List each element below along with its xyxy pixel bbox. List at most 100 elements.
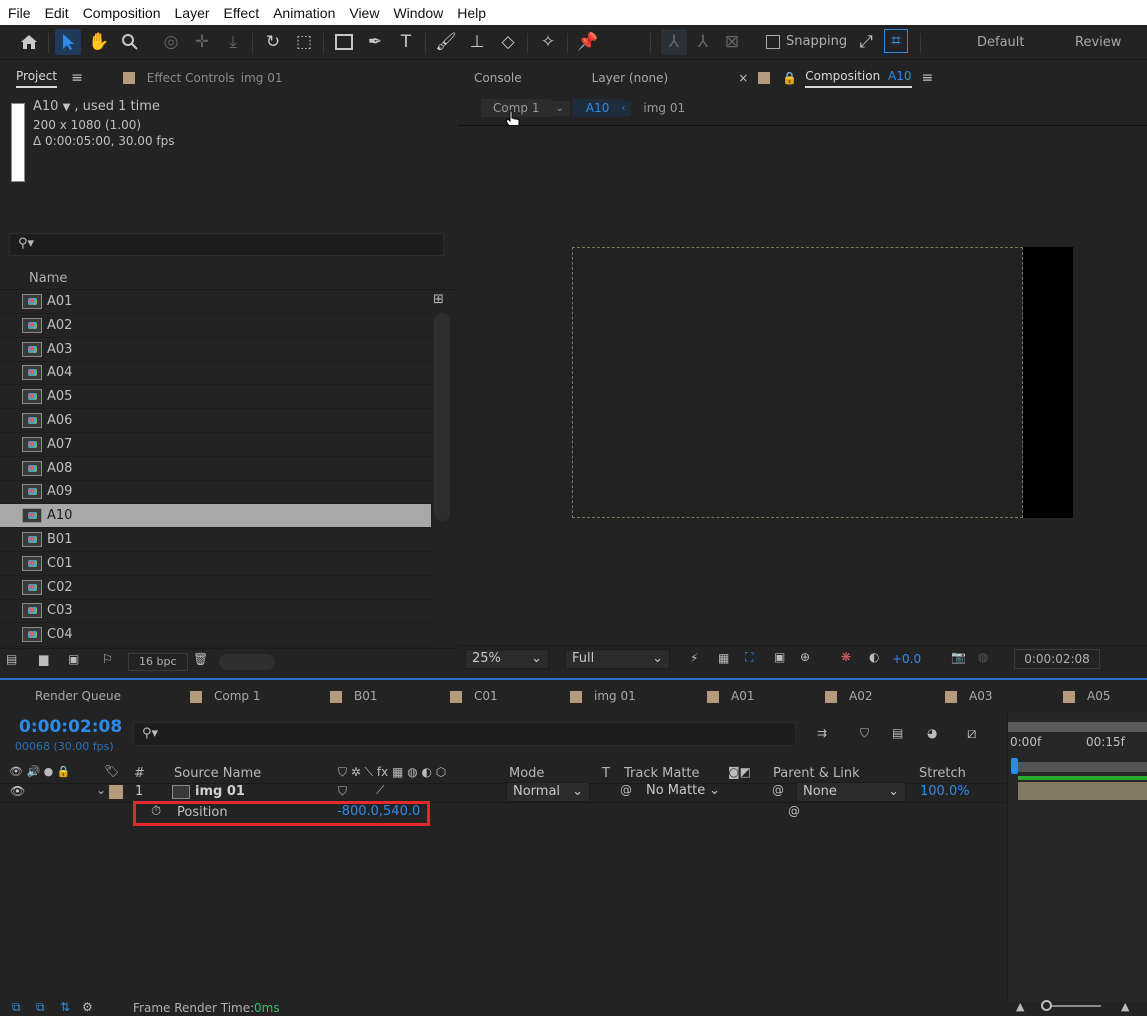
home-icon[interactable] — [16, 29, 42, 55]
timeline-search-input[interactable]: ⚲▾ — [133, 722, 796, 746]
timeline-zoom-handle[interactable] — [1041, 1000, 1052, 1011]
column-source-name[interactable]: Source Name — [174, 766, 261, 781]
dolly-camera-icon[interactable]: ⤓ — [220, 29, 246, 55]
zoom-out-icon[interactable]: ▲ — [1016, 1000, 1024, 1013]
comp-panel-menu-icon[interactable]: ≡ — [922, 70, 934, 86]
selection-tool-icon[interactable] — [55, 29, 81, 55]
composition-frame[interactable] — [572, 247, 1023, 518]
trash-icon[interactable]: 🗑 — [193, 652, 208, 666]
roto-brush-tool-icon[interactable]: ✧ — [535, 29, 561, 55]
zoom-dropdown[interactable]: 25% ⌄ — [465, 649, 549, 669]
menu-window[interactable]: Window — [393, 5, 443, 21]
toggle-transfer-controls-icon[interactable]: ⧉ — [36, 1000, 45, 1015]
color-management-icon[interactable]: ◐ — [869, 650, 879, 664]
eye-icon[interactable]: 👁 — [10, 784, 25, 798]
camera-snapshot-icon[interactable]: 📷 — [951, 650, 966, 664]
column-stretch[interactable]: Stretch — [919, 766, 966, 781]
zoom-tool-icon[interactable] — [117, 29, 143, 55]
project-item[interactable]: C01 — [0, 552, 431, 576]
workspace-default[interactable]: Default — [977, 35, 1025, 50]
layer-label-swatch[interactable] — [109, 785, 123, 799]
project-item[interactable]: A06 — [0, 409, 431, 433]
tab-console[interactable]: Console — [474, 71, 522, 85]
breadcrumb-img01[interactable]: img 01 — [643, 101, 685, 115]
tab-layer[interactable]: Layer (none) — [592, 71, 669, 85]
chevron-down-icon[interactable]: ▼ — [63, 102, 71, 113]
tab-project[interactable]: Project — [16, 69, 58, 88]
menu-file[interactable]: File — [8, 5, 31, 21]
panel-menu-icon[interactable]: ≡ — [71, 70, 83, 86]
project-item[interactable]: A02 — [0, 314, 431, 338]
layer-duration-bar[interactable] — [1018, 782, 1147, 800]
transparency-grid-icon[interactable]: ▦ — [718, 651, 729, 665]
pan-behind-tool-icon[interactable]: ⬚ — [291, 29, 317, 55]
hand-tool-icon[interactable]: ✋ — [86, 29, 112, 55]
new-composition-icon[interactable]: ▣ — [68, 652, 79, 666]
local-axis-icon[interactable]: ⅄ — [661, 29, 687, 55]
timeline-tab[interactable]: A05 — [1063, 689, 1110, 703]
world-axis-icon[interactable]: ⅄ — [690, 29, 716, 55]
menu-edit[interactable]: Edit — [45, 5, 69, 21]
toggle-layer-switches-icon[interactable]: ⧉ — [12, 1000, 21, 1015]
column-parent-link[interactable]: Parent & Link — [773, 766, 860, 781]
show-snapshot-icon[interactable]: ◍ — [978, 650, 988, 664]
puppet-pin-tool-icon[interactable]: 📌 — [575, 29, 601, 55]
region-of-interest-icon[interactable]: ▣ — [774, 650, 785, 664]
timeline-tab[interactable]: A01 — [707, 689, 754, 703]
brush-tool-icon[interactable]: 🖌 — [433, 29, 459, 55]
column-track-matte[interactable]: Track Matte — [624, 766, 700, 781]
draft-3d-icon[interactable]: ⛉ — [860, 726, 869, 741]
label-tag-icon[interactable]: 🏷 — [104, 764, 119, 778]
project-item[interactable]: A09 — [0, 480, 431, 505]
parent-pickwhip-icon[interactable]: @ — [772, 783, 784, 797]
timeline-tab[interactable]: Render Queue — [35, 689, 121, 703]
new-folder-icon[interactable]: ▆ — [39, 652, 48, 666]
graph-editor-icon[interactable]: ⧄ — [967, 724, 977, 742]
column-t[interactable]: T — [602, 766, 610, 781]
menu-effect[interactable]: Effect — [224, 5, 260, 21]
layer-row[interactable]: 👁 ⌄ 1 img 01 ⛉ ⟋ Normal ⌄ @ No Matte ⌄ @… — [0, 782, 1006, 803]
project-item[interactable]: A05 — [0, 385, 431, 410]
menu-composition[interactable]: Composition — [83, 5, 161, 21]
timeline-tab[interactable]: Comp 1 — [190, 689, 260, 703]
menu-help[interactable]: Help — [457, 5, 486, 21]
workspace-review[interactable]: Review — [1075, 35, 1121, 50]
rectangle-tool-icon[interactable] — [331, 29, 357, 55]
timeline-tab[interactable]: B01 — [330, 689, 378, 703]
fast-previews-icon[interactable]: ⚡ — [690, 651, 698, 665]
project-scrollbar[interactable] — [434, 313, 450, 521]
menu-animation[interactable]: Animation — [273, 5, 335, 21]
twirl-down-icon[interactable]: ⌄ — [96, 783, 106, 797]
project-item[interactable]: A01 — [0, 290, 431, 314]
project-item[interactable]: C02 — [0, 576, 431, 600]
menu-layer[interactable]: Layer — [175, 5, 210, 21]
bpc-button[interactable]: 16 bpc — [128, 653, 188, 671]
channels-icon[interactable]: ❋ — [841, 650, 851, 664]
expression-pickwhip-icon[interactable]: @ — [788, 804, 800, 818]
stretch-value[interactable]: 100.0% — [920, 784, 970, 799]
mode-dropdown[interactable]: Normal ⌄ — [506, 782, 590, 802]
close-icon[interactable]: × — [738, 71, 748, 85]
lock-icon[interactable]: 🔒 — [782, 71, 797, 85]
interpret-footage-icon[interactable]: ▤ — [6, 652, 17, 666]
comp-mini-flowchart-icon[interactable]: ⇉ — [817, 726, 827, 740]
frame-blending-icon[interactable]: ▤ — [892, 726, 903, 740]
column-name[interactable]: Name — [29, 271, 67, 286]
project-item[interactable]: C03 — [0, 599, 431, 624]
viewer-timecode[interactable]: 0:00:02:08 — [1014, 649, 1100, 669]
orbit-camera-icon[interactable]: ◎ — [158, 29, 184, 55]
timeline-tab[interactable]: A03 — [945, 689, 992, 703]
work-area-bar[interactable] — [1008, 722, 1147, 732]
snapping-toggle[interactable]: Snapping — [766, 34, 847, 49]
mask-visibility-icon[interactable]: ⛶ — [745, 650, 753, 665]
timeline-tab[interactable]: A02 — [825, 689, 872, 703]
grid-guides-icon[interactable]: ⊕ — [800, 650, 810, 664]
project-item[interactable]: A03 — [0, 338, 431, 362]
flowchart-icon[interactable]: ⊞ — [433, 292, 444, 307]
snap-grid-icon[interactable]: ⌗ — [884, 29, 908, 53]
composition-viewer[interactable] — [458, 125, 1147, 641]
toggle-render-time-icon[interactable]: ⚙ — [82, 1000, 93, 1014]
layer-name[interactable]: img 01 — [195, 784, 245, 799]
breadcrumb-back-icon[interactable]: ‹ — [615, 100, 632, 116]
playhead[interactable] — [1011, 758, 1018, 774]
